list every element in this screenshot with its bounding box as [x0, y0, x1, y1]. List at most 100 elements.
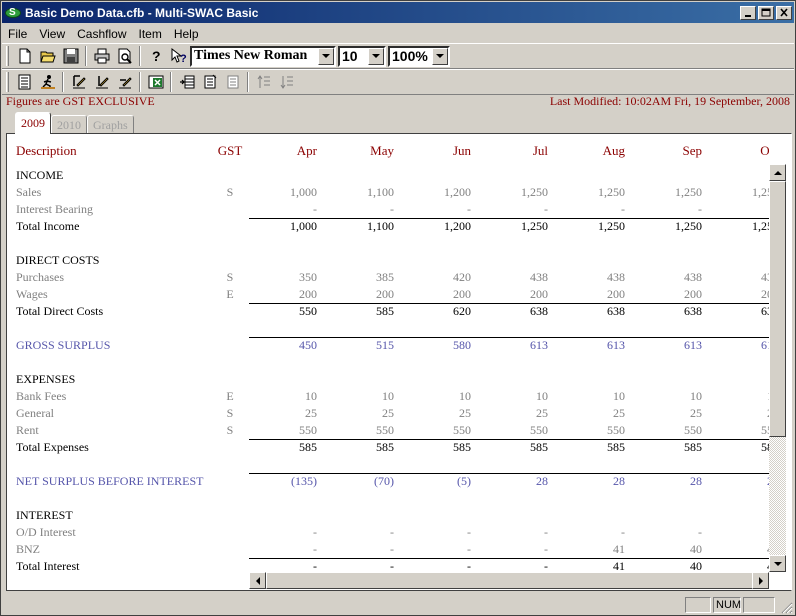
value-cell[interactable]: 28 — [644, 474, 702, 489]
value-cell[interactable]: 550 — [490, 423, 548, 438]
value-cell[interactable]: 1,250 — [567, 219, 625, 234]
value-cell[interactable]: 25 — [721, 406, 769, 421]
value-cell[interactable]: 550 — [567, 423, 625, 438]
value-cell[interactable]: 1,250 — [721, 185, 769, 200]
value-cell[interactable]: 41 — [567, 559, 625, 572]
value-cell[interactable]: 200 — [336, 287, 394, 302]
zoom-dropdown-button[interactable] — [432, 47, 448, 65]
value-cell[interactable]: 580 — [413, 338, 471, 353]
value-cell[interactable]: 613 — [490, 338, 548, 353]
value-cell[interactable]: - — [259, 542, 317, 557]
value-cell[interactable]: 613 — [721, 338, 769, 353]
menu-cashflow[interactable]: Cashflow — [71, 27, 132, 41]
value-cell[interactable]: 10 — [336, 389, 394, 404]
value-cell[interactable]: 585 — [336, 304, 394, 319]
value-cell[interactable]: 1,100 — [336, 185, 394, 200]
row-gst-code[interactable]: E — [215, 287, 245, 302]
value-cell[interactable]: 40 — [644, 559, 702, 572]
minimize-button[interactable] — [740, 5, 756, 20]
value-cell[interactable]: 585 — [336, 440, 394, 455]
value-cell[interactable]: 613 — [567, 338, 625, 353]
value-cell[interactable]: 638 — [721, 304, 769, 319]
row-description[interactable]: Total Interest — [16, 559, 79, 572]
print-preview-button[interactable] — [113, 45, 136, 67]
close-button[interactable] — [776, 5, 792, 20]
value-cell[interactable]: 585 — [721, 440, 769, 455]
value-cell[interactable]: 438 — [567, 270, 625, 285]
title-bar[interactable]: S Basic Demo Data.cfb - Multi-SWAC Basic — [2, 2, 794, 23]
help-button[interactable]: ? — [144, 45, 167, 67]
value-cell[interactable]: - — [259, 559, 317, 572]
value-cell[interactable]: 1,000 — [259, 219, 317, 234]
value-cell[interactable]: - — [336, 525, 394, 540]
value-cell[interactable]: 638 — [567, 304, 625, 319]
font-size-select[interactable]: 10 — [338, 45, 386, 67]
horizontal-scrollbar[interactable] — [249, 572, 769, 589]
value-cell[interactable]: 1,250 — [644, 219, 702, 234]
value-cell[interactable]: 200 — [490, 287, 548, 302]
value-cell[interactable]: 613 — [644, 338, 702, 353]
value-cell[interactable]: - — [336, 202, 394, 217]
value-cell[interactable]: - — [644, 525, 702, 540]
edit-total-button[interactable] — [90, 71, 113, 93]
row-gst-code[interactable]: E — [215, 389, 245, 404]
value-cell[interactable]: - — [490, 542, 548, 557]
font-size-dropdown-button[interactable] — [368, 47, 384, 65]
value-cell[interactable]: - — [413, 542, 471, 557]
value-cell[interactable]: 1,250 — [721, 219, 769, 234]
value-cell[interactable]: 420 — [413, 270, 471, 285]
value-cell[interactable]: 585 — [490, 440, 548, 455]
value-cell[interactable]: 620 — [413, 304, 471, 319]
value-cell[interactable]: 10 — [721, 389, 769, 404]
row-description[interactable]: Bank Fees — [16, 389, 66, 404]
row-gst-code[interactable]: S — [215, 406, 245, 421]
value-cell[interactable]: 40 — [644, 542, 702, 557]
row-description[interactable]: Rent — [16, 423, 39, 438]
font-name-dropdown-button[interactable] — [318, 47, 334, 65]
tab-2009[interactable]: 2009 — [15, 112, 51, 134]
value-cell[interactable]: 200 — [721, 287, 769, 302]
value-cell[interactable]: 550 — [336, 423, 394, 438]
value-cell[interactable]: 638 — [490, 304, 548, 319]
insert-row-button[interactable] — [175, 71, 198, 93]
value-cell[interactable]: - — [259, 525, 317, 540]
value-cell[interactable]: (5) — [413, 474, 471, 489]
value-cell[interactable]: 1,250 — [490, 185, 548, 200]
edit-item-button[interactable] — [67, 71, 90, 93]
row-description[interactable]: NET SURPLUS BEFORE INTEREST — [16, 474, 203, 489]
horizontal-scroll-thumb[interactable] — [266, 572, 756, 589]
run-button[interactable] — [36, 71, 59, 93]
value-cell[interactable]: 200 — [644, 287, 702, 302]
value-cell[interactable]: 550 — [413, 423, 471, 438]
value-cell[interactable]: - — [644, 202, 702, 217]
value-cell[interactable]: - — [567, 202, 625, 217]
save-button[interactable] — [59, 45, 82, 67]
value-cell[interactable]: 385 — [336, 270, 394, 285]
value-cell[interactable]: 585 — [644, 440, 702, 455]
value-cell[interactable]: 1,250 — [490, 219, 548, 234]
value-cell[interactable]: 25 — [259, 406, 317, 421]
list-button[interactable] — [13, 71, 36, 93]
value-cell[interactable]: 200 — [413, 287, 471, 302]
value-cell[interactable]: 550 — [259, 304, 317, 319]
row-description[interactable]: INCOME — [16, 168, 63, 183]
value-cell[interactable]: 438 — [644, 270, 702, 285]
row-description[interactable]: BNZ — [16, 542, 40, 557]
resize-grip-icon[interactable] — [779, 600, 793, 614]
vertical-scroll-thumb[interactable] — [769, 181, 786, 437]
value-cell[interactable]: 25 — [413, 406, 471, 421]
value-cell[interactable]: 1,250 — [644, 185, 702, 200]
value-cell[interactable]: 438 — [721, 270, 769, 285]
value-cell[interactable]: 28 — [721, 474, 769, 489]
value-cell[interactable]: - — [490, 559, 548, 572]
open-button[interactable] — [36, 45, 59, 67]
row-description[interactable]: Total Income — [16, 219, 79, 234]
value-cell[interactable]: - — [721, 525, 769, 540]
cashflow-grid[interactable]: Description GST Apr May Jun Jul Aug Sep … — [7, 134, 769, 572]
value-cell[interactable]: 550 — [644, 423, 702, 438]
zoom-select[interactable]: 100% — [388, 45, 450, 67]
new-button[interactable] — [13, 45, 36, 67]
value-cell[interactable]: 515 — [336, 338, 394, 353]
value-cell[interactable]: 10 — [259, 389, 317, 404]
move-up-button[interactable] — [252, 71, 275, 93]
